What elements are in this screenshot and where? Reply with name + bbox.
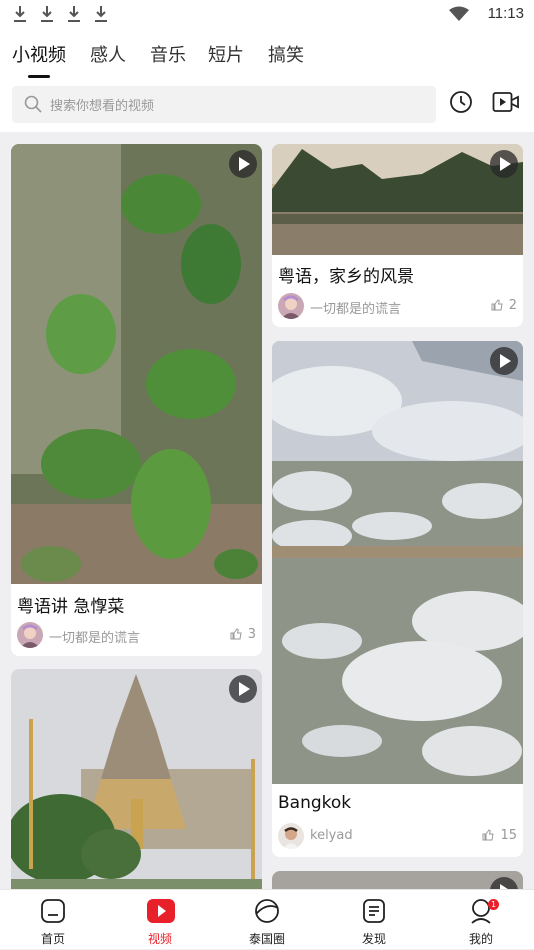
nav-label: 视频 [147, 932, 172, 946]
video-card[interactable]: 粤语讲 急惸菜 一切都是的谎言 3 [11, 144, 262, 656]
status-bar: 11:13 [0, 0, 534, 30]
nav-label: 发现 [361, 932, 386, 946]
download-icon [14, 6, 26, 22]
wifi-icon [449, 6, 469, 21]
like-count[interactable]: 15 [482, 828, 517, 843]
history-clock-icon[interactable] [449, 90, 473, 114]
active-tab-indicator [28, 75, 50, 78]
tab-touching[interactable]: 感人 [90, 41, 126, 67]
tab-short-film[interactable]: 短片 [208, 41, 244, 67]
play-icon[interactable] [490, 347, 518, 375]
author-name: 一切都是的谎言 [310, 302, 402, 317]
nav-label: 泰国圈 [248, 932, 285, 946]
thumbs-up-icon [491, 299, 503, 311]
author-name: 一切都是的谎言 [49, 631, 141, 646]
tab-small-video[interactable]: 小视频 [12, 41, 66, 67]
play-icon[interactable] [490, 150, 518, 178]
nav-discover[interactable]: 发现 [334, 890, 414, 950]
download-icon [68, 6, 80, 22]
avatar [278, 823, 304, 849]
search-input[interactable]: 搜索你想看的视频 [12, 86, 436, 123]
avatar [17, 622, 43, 648]
video-card[interactable] [11, 669, 262, 909]
like-count[interactable]: 3 [230, 627, 256, 642]
search-row: 搜索你想看的视频 [0, 80, 534, 132]
search-placeholder: 搜索你想看的视频 [50, 99, 155, 114]
status-time: 11:13 [487, 5, 524, 22]
record-video-icon[interactable] [492, 90, 520, 114]
like-count[interactable]: 2 [491, 298, 517, 313]
thumbs-up-icon [230, 628, 242, 640]
nav-label: 首页 [40, 932, 65, 946]
download-icon [41, 6, 53, 22]
video-icon [147, 899, 175, 923]
avatar [278, 293, 304, 319]
tab-funny[interactable]: 搞笑 [268, 41, 304, 67]
video-title: 粤语，家乡的风景 [278, 267, 414, 287]
bottom-navigation: 首页 视频 泰国圈 发现 1 我的 [0, 889, 534, 949]
video-thumbnail-aerial-city [272, 341, 523, 784]
video-thumbnail-plants [11, 144, 262, 584]
nav-profile[interactable]: 1 我的 [441, 890, 521, 950]
download-icon [95, 6, 107, 22]
video-card[interactable]: Bangkok kelyad 15 [272, 341, 523, 857]
tab-music[interactable]: 音乐 [150, 41, 186, 67]
thumbs-up-icon [482, 829, 495, 841]
play-icon[interactable] [229, 150, 257, 178]
video-thumbnail-landscape [272, 144, 523, 255]
nav-label: 我的 [468, 932, 493, 946]
video-title: 粤语讲 急惸菜 [17, 597, 125, 617]
category-tabs: 小视频 感人 音乐 短片 搞笑 [0, 30, 534, 80]
nav-video[interactable]: 视频 [120, 890, 200, 950]
video-thumbnail-temple [11, 669, 262, 909]
discover-icon [363, 899, 385, 923]
video-title: Bangkok [278, 793, 352, 813]
nav-home[interactable]: 首页 [13, 890, 93, 950]
author-name: kelyad [310, 828, 353, 843]
notification-badge: 1 [488, 899, 499, 910]
home-icon [41, 899, 65, 923]
search-icon [24, 95, 42, 113]
circle-icon [255, 899, 279, 923]
video-card[interactable]: 粤语，家乡的风景 一切都是的谎言 2 [272, 144, 523, 327]
nav-thailand-circle[interactable]: 泰国圈 [227, 890, 307, 950]
play-icon[interactable] [229, 675, 257, 703]
